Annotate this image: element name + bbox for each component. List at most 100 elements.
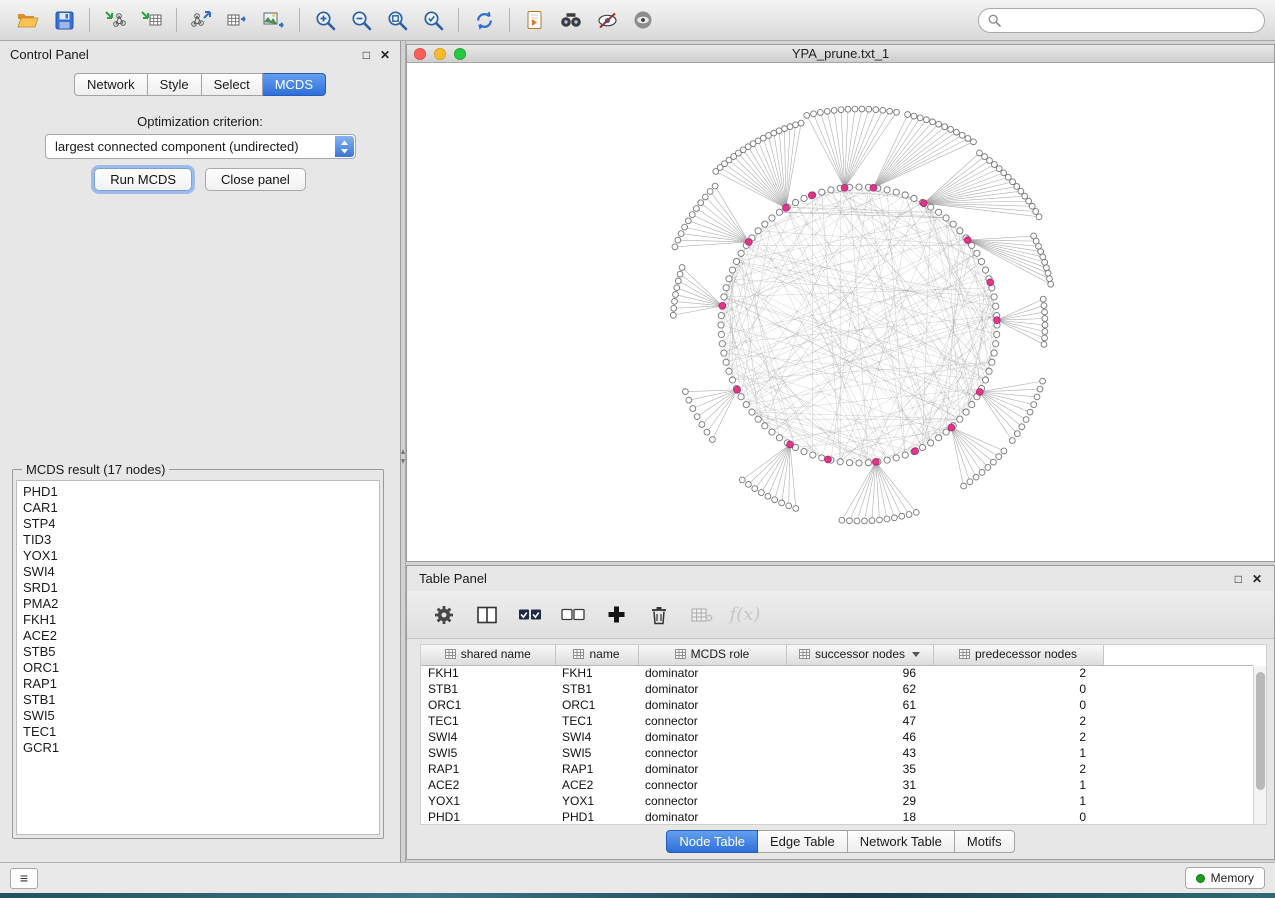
table-row[interactable]: ACE2ACE2connector311	[421, 777, 1253, 793]
export-table-button[interactable]	[220, 4, 256, 36]
window-close-icon[interactable]	[414, 48, 426, 60]
open-folder-icon	[17, 11, 39, 29]
search-field[interactable]	[978, 8, 1265, 33]
add-column-button[interactable]	[599, 598, 633, 632]
network-canvas-svg[interactable]	[407, 63, 1274, 562]
float-panel-icon[interactable]: □	[1235, 573, 1242, 585]
table-cell: 61	[786, 697, 933, 713]
table-row[interactable]: RAP1RAP1dominator352	[421, 761, 1253, 777]
table-cell: 43	[786, 745, 933, 761]
zoom-selected-icon	[423, 10, 444, 31]
mcds-result-item[interactable]: STP4	[23, 516, 373, 532]
tab-style[interactable]: Style	[148, 73, 202, 96]
network-window-title: YPA_prune.txt_1	[407, 46, 1274, 61]
tab-mcds[interactable]: MCDS	[263, 73, 326, 96]
import-table-button[interactable]	[133, 4, 169, 36]
mcds-result-item[interactable]: RAP1	[23, 676, 373, 692]
find-button[interactable]	[553, 4, 589, 36]
chevron-up-down-icon	[335, 136, 354, 157]
window-zoom-icon[interactable]	[454, 48, 466, 60]
splitter-expand-icon[interactable]	[401, 459, 405, 464]
criterion-selected-value: largest connected component (undirected)	[55, 139, 299, 154]
mcds-result-group: MCDS result (17 nodes) PHD1CAR1STP4TID3Y…	[12, 462, 384, 839]
mcds-result-item[interactable]: ACE2	[23, 628, 373, 644]
mcds-result-item[interactable]: PHD1	[23, 484, 373, 500]
mcds-result-item[interactable]: TID3	[23, 532, 373, 548]
column-header-shared-name[interactable]: shared name	[421, 645, 555, 665]
export-network-icon	[191, 10, 213, 30]
search-input[interactable]	[1007, 13, 1255, 27]
list-icon: ≡	[20, 870, 28, 886]
mcds-result-item[interactable]: FKH1	[23, 612, 373, 628]
tab-network[interactable]: Network	[74, 73, 148, 96]
table-row[interactable]: SWI5SWI5connector431	[421, 745, 1253, 761]
mcds-result-item[interactable]: TEC1	[23, 724, 373, 740]
open-file-button[interactable]	[10, 4, 46, 36]
table-row[interactable]: TEC1TEC1connector472	[421, 713, 1253, 729]
table-row[interactable]: STB1STB1dominator620	[421, 681, 1253, 697]
float-panel-icon[interactable]: □	[363, 49, 370, 61]
tab-network-table[interactable]: Network Table	[848, 830, 955, 853]
mcds-result-item[interactable]: STB5	[23, 644, 373, 660]
criterion-select[interactable]: largest connected component (undirected)	[45, 134, 356, 159]
mcds-result-item[interactable]: GCR1	[23, 740, 373, 756]
table-row[interactable]: PHD1PHD1dominator180	[421, 809, 1253, 825]
close-panel-icon[interactable]: ✕	[1252, 573, 1262, 585]
column-header-successor-nodes[interactable]: successor nodes	[786, 645, 933, 665]
control-panel: Control Panel □ ✕ NetworkStyleSelectMCDS…	[0, 41, 401, 862]
mcds-result-item[interactable]: PMA2	[23, 596, 373, 612]
network-view-canvas[interactable]	[407, 63, 1274, 561]
task-history-button[interactable]: ≡	[10, 868, 38, 889]
clone-network-button[interactable]	[517, 4, 553, 36]
table-panel-header: Table Panel □ ✕	[407, 566, 1274, 591]
memory-button[interactable]: Memory	[1185, 867, 1265, 889]
run-mcds-button[interactable]: Run MCDS	[94, 168, 192, 191]
close-panel-button[interactable]: Close panel	[205, 168, 306, 191]
refresh-view-button[interactable]	[466, 4, 502, 36]
tab-edge-table[interactable]: Edge Table	[758, 830, 848, 853]
close-panel-icon[interactable]: ✕	[380, 49, 390, 61]
save-session-button[interactable]	[46, 4, 82, 36]
mcds-result-item[interactable]: SWI5	[23, 708, 373, 724]
scrollbar-thumb[interactable]	[1256, 672, 1265, 790]
table-row[interactable]: FKH1FKH1dominator962	[421, 665, 1253, 681]
table-panel-title: Table Panel	[419, 571, 487, 586]
select-all-button[interactable]	[513, 598, 547, 632]
table-cell-filler	[1103, 793, 1253, 809]
tab-select[interactable]: Select	[202, 73, 263, 96]
column-header-predecessor-nodes[interactable]: predecessor nodes	[933, 645, 1103, 665]
mcds-result-item[interactable]: SRD1	[23, 580, 373, 596]
table-row[interactable]: SWI4SWI4dominator462	[421, 729, 1253, 745]
mcds-result-list[interactable]: PHD1CAR1STP4TID3YOX1SWI4SRD1PMA2FKH1ACE2…	[16, 480, 380, 835]
zoom-in-button[interactable]	[307, 4, 343, 36]
mcds-result-item[interactable]: STB1	[23, 692, 373, 708]
table-vertical-scrollbar[interactable]	[1253, 666, 1266, 824]
eye-slash-icon	[597, 11, 618, 30]
show-columns-button[interactable]	[470, 598, 504, 632]
show-graphics-details-button[interactable]	[625, 4, 661, 36]
unselect-all-button[interactable]	[556, 598, 590, 632]
table-row[interactable]: YOX1YOX1connector291	[421, 793, 1253, 809]
column-header-mcds-role[interactable]: MCDS role	[638, 645, 786, 665]
import-network-button[interactable]	[97, 4, 133, 36]
export-image-button[interactable]	[256, 4, 292, 36]
zoom-fit-button[interactable]	[379, 4, 415, 36]
network-window-titlebar[interactable]: YPA_prune.txt_1	[407, 45, 1274, 63]
tab-node-table[interactable]: Node Table	[666, 830, 758, 853]
export-network-button[interactable]	[184, 4, 220, 36]
tab-motifs[interactable]: Motifs	[955, 830, 1015, 853]
mcds-result-item[interactable]: YOX1	[23, 548, 373, 564]
filter-hide-button[interactable]	[589, 4, 625, 36]
splitter-collapse-icon[interactable]	[401, 449, 405, 454]
delete-column-button[interactable]	[642, 598, 676, 632]
column-header-name[interactable]: name	[555, 645, 638, 665]
table-options-button[interactable]	[427, 598, 461, 632]
mcds-result-item[interactable]: SWI4	[23, 564, 373, 580]
mcds-result-item[interactable]: CAR1	[23, 500, 373, 516]
zoom-selected-button[interactable]	[415, 4, 451, 36]
table-row[interactable]: ORC1ORC1dominator610	[421, 697, 1253, 713]
zoom-out-button[interactable]	[343, 4, 379, 36]
window-minimize-icon[interactable]	[434, 48, 446, 60]
table-cell: 2	[933, 665, 1103, 681]
mcds-result-item[interactable]: ORC1	[23, 660, 373, 676]
